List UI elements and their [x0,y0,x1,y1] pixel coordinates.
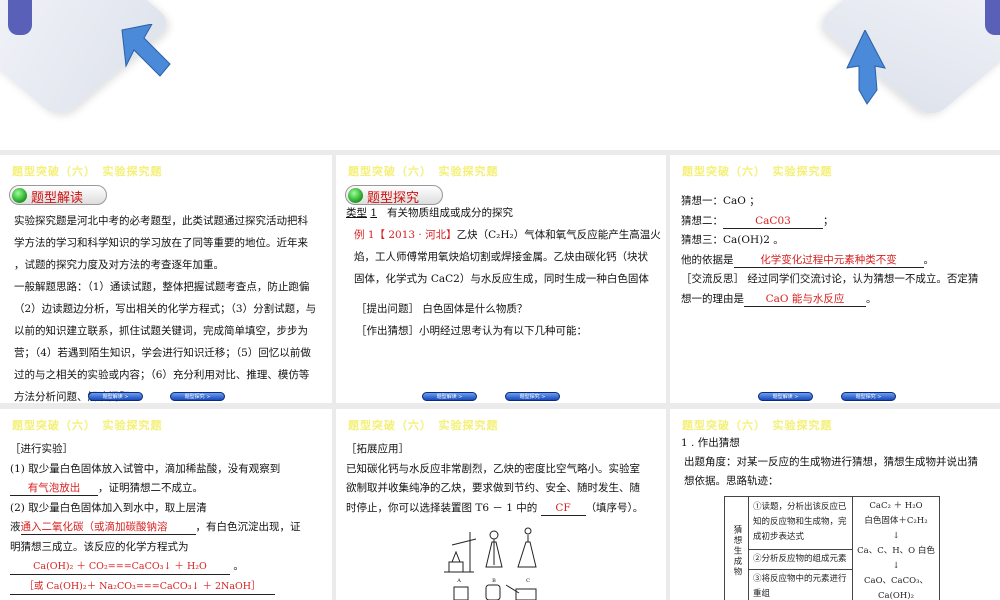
punct: ； [823,214,834,227]
slide-header: 题型突破（六） 实验探究题 [682,419,833,432]
reason-answer: CaO 能与水反应 [744,292,866,307]
table-step: ①读题，分析出该反应已知的反应物和生成物，完成初步表达式 [748,496,853,550]
nav-next-button[interactable]: 题型探究 > [170,392,225,401]
slide-header: 题型突破（六） 实验探究题 [348,165,499,178]
body-text: 实验探究题是河北中考的必考题型，此类试题通过探究活动把科 学方法的学习和科学知识… [14,210,330,403]
figure-label-b: B [492,578,496,584]
slide-header: 题型突破（六） 实验探究题 [682,165,833,178]
slide-thumbnail-2[interactable]: 题型突破（六） 实验探究题 题型探究 类型 1 有关物质组成或成分的探究 例 1… [336,155,666,403]
table-step: ③将反应物中的元素进行重组 [748,568,853,600]
slide-header: 题型突破（六） 实验探究题 [12,419,163,432]
text-line: 乙炔（C₂H₂）气体和氧气反应能产生高温火 [456,229,661,241]
nav-prev-button[interactable]: 题型解读 > [88,392,143,401]
example-label: 例 1【 2013 · 河北】 [354,229,457,241]
guess-one: 猜想一：CaO ； [681,195,760,207]
hypothesis-text: ［作出猜想］小明经过思考认为有以下几种可能： [356,325,587,337]
section-badge: 题型解读 [9,185,107,206]
step-two-answer: 通入二氧化碳（或滴加碳酸钠溶 [20,520,196,535]
flow-text: CaO、CaCO₃、 [864,576,928,586]
step-one: (1) 取少量白色固体放入试管中，滴加稀盐酸，没有观察到 [10,462,281,475]
nav-prev-button[interactable]: 题型解读 > [758,392,813,401]
decoration-band [985,0,1000,35]
green-dot-icon [12,188,27,203]
text-line: 出题角度：对某一反应的生成物进行猜想，猜想生成物并说出猜 [684,456,978,468]
type-label: 类型 [346,207,367,219]
slide-thumbnail-6[interactable]: 题型突破（六） 实验探究题 1 . 作出猜想 出题角度：对某一反应的生成物进行猜… [670,409,1000,600]
figure-label-c: C [526,578,530,584]
text-line: 欲制取并收集纯净的乙炔，要求做到节约、安全、随时发生、随 [346,482,640,494]
text: ，证明猜想二不成立。 [98,482,203,494]
text-line: 已知碳化钙与水反应非常剧烈，乙炔的密度比空气略小。实验室 [346,462,640,475]
text: 液 [10,521,21,533]
step-two: (2) 取少量白色固体加入到水中，取上层清 [10,501,207,514]
slide-thumbnail-1[interactable]: 题型突破（六） 实验探究题 题型解读 实验探究题是河北中考的必考题型，此类试题通… [0,155,332,403]
nav-next-button[interactable]: 题型探究 > [505,392,560,401]
text-line: 营；（4）若遇到陌生知识，学会进行知识迁移；（5）回忆以前做 [14,347,311,359]
nav-prev-button[interactable]: 题型解读 > [422,392,477,401]
section-title: 1 . 作出猜想 [681,437,740,449]
punct: 。 [233,560,244,572]
slide-thumbnail-5[interactable]: 题型突破（六） 实验探究题 ［拓展应用］ 已知碳化钙与水反应非常剧烈，乙炔的密度… [336,409,666,600]
text-line: 过的与之相关的实验或内容；（6）充分利用对比、推理、模仿等 [14,369,310,381]
decoration-band [8,0,32,35]
type-title: 有关物质组成或成分的探究 [387,207,514,219]
figure-label-a: A [456,578,461,584]
equation-alt-answer: ［或 Ca(OH)₂＋ Na₂CO₃===CaCO₃↓ ＋ 2NaOH］ [10,580,275,595]
basis-label: 他的依据是 [681,253,734,266]
equation-answer: Ca(OH)₂ ＋ CO₂===CaCO₃↓ ＋ H₂O [10,560,230,575]
title-area [0,0,1000,150]
arrow-down-icon: ↓ [892,531,900,541]
type-heading: 类型 1 有关物质组成或成分的探究 [346,202,666,224]
section-title: ［进行实验］ [10,443,73,455]
text: ，有白色沉淀出现，证 [195,521,301,533]
text: （填序号）。 [585,501,644,514]
text-line: 时停止，你可以选择装置图 T6 － 1 中的 [346,501,538,514]
text-line: （2）边读题边分析，写出相关的化学方程式；（3）分割试题，与 [14,303,317,315]
text-line: 一般解题思路：（1）通读试题，整体把握试题考查点，防止跑偏 [14,281,310,293]
punct: 。 [866,292,877,305]
question-text: ［提出问题］ 白色固体是什么物质？ [356,303,528,315]
reflect-text: ［交流反思］ 经过同学们交流讨论，认为猜想一不成立。否定猜 [681,273,979,285]
table-side-label: 猜想生成物 [724,496,749,600]
text-line: 焰，工人师傅常用氧炔焰切割或焊接金属。乙炔由碳化钙（块状 [354,251,648,263]
slide-header: 题型突破（六） 实验探究题 [12,165,163,178]
text-line: ，试题的探究力度及对方法的考查逐年加重。 [14,259,224,271]
green-dot-icon [348,188,363,203]
table-step: ②分析反应物的组成元素 [748,548,853,570]
arrow-down-icon: ↓ [892,561,900,571]
text-line: 固体，化学式为 CaC2）与水反应生成，同时生成一种白色固体 [354,273,649,285]
text-line: 以前的知识建立联系，抓住试题关键词，完成简单填空，步步为 [14,325,308,337]
guess-three: 猜想三：Ca(OH)2 。 [681,234,784,246]
arrow-up-icon [846,30,886,105]
nav-next-button[interactable]: 题型探究 > [841,392,896,401]
step-one-answer: 有气泡放出 [10,481,98,496]
slide-header: 题型突破（六） 实验探究题 [348,419,499,432]
flow-column: CaC₂ ＋ H₂O 白色固体＋C₂H₂ ↓ Ca、C、H、O 白色 ↓ CaO… [852,496,940,600]
reason-label: 想一的理由是 [681,292,744,305]
punct: 。 [923,253,935,266]
apparatus-figure: A B C [444,527,537,600]
slide-thumbnail-3[interactable]: 题型突破（六） 实验探究题 猜想一：CaO ； 猜想二： CaC03； 猜想三：C… [670,155,1000,403]
text-line: 想依据。思路轨迹： [684,475,779,487]
text-line: 学方法的学习和科学知识的学习放在了同等重要的地位。近年来 [14,237,308,249]
type-number: 1 [370,207,378,219]
flow-text: Ca(OH)₂ [878,591,914,600]
apparatus-answer: CF [540,501,586,516]
reasoning-table: 猜想生成物 ①读题，分析出该反应已知的反应物和生成物，完成初步表达式 CaC₂ … [724,496,940,600]
guess-two-answer: CaC03 [723,214,823,229]
basis-answer: 化学变化过程中元素种类不变 [733,253,924,268]
step-three: 明猜想三成立。该反应的化学方程式为 [10,540,189,553]
section-badge-label: 题型解读 [31,191,84,206]
flow-text: CaC₂ ＋ H₂O [869,501,923,511]
text-line: 实验探究题是河北中考的必考题型，此类试题通过探究活动把科 [14,215,308,227]
flow-text: Ca、C、H、O 白色 [857,546,935,556]
slide-thumbnail-4[interactable]: 题型突破（六） 实验探究题 ［进行实验］ (1) 取少量白色固体放入试管中，滴加… [0,409,332,600]
decoration-right [815,0,1000,121]
section-title: ［拓展应用］ [346,443,409,455]
guess-two-label: 猜想二： [681,214,723,227]
flow-text: 白色固体＋C₂H₂ [864,516,928,526]
arrow-up-left-icon [121,24,171,77]
